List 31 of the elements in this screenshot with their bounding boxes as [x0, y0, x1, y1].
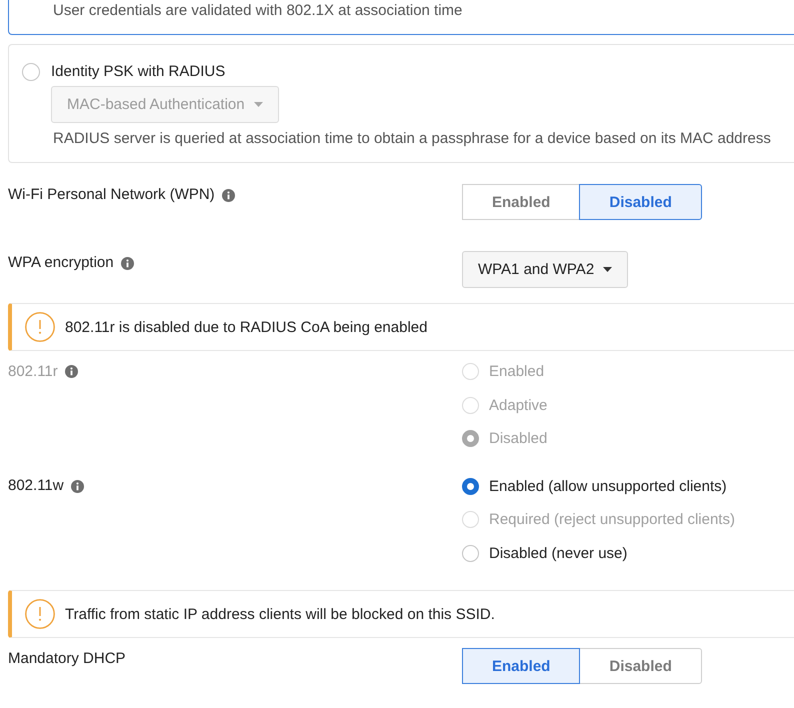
info-icon[interactable] — [222, 188, 235, 202]
caret-icon — [254, 102, 263, 107]
segment-button[interactable]: Enabled — [462, 648, 580, 684]
warning-text: Traffic from static IP address clients will be blocked on this SSID. — [65, 606, 495, 622]
warning-icon — [25, 312, 55, 342]
segment-button[interactable]: Enabled — [462, 184, 580, 220]
radio-button[interactable] — [22, 63, 40, 81]
setting-label: Mandatory DHCP — [8, 649, 126, 669]
segment-button[interactable]: Disabled — [579, 648, 702, 684]
setting-label: 802.11w — [8, 476, 64, 496]
segment-button[interactable]: Disabled — [579, 184, 702, 220]
option-label: Enabled — [489, 363, 544, 380]
setting-label: Wi-Fi Personal Network (WPN) — [8, 185, 215, 205]
option-label: Enabled (allow unsupported clients) — [489, 478, 727, 495]
option-title: Identity PSK with RADIUS — [51, 63, 226, 81]
radio-button[interactable] — [462, 478, 479, 495]
option-description: User credentials are validated with 802.1X at association time — [53, 1, 464, 21]
option-label: Disabled (never use) — [489, 544, 628, 562]
dropdown-button[interactable]: WPA1 and WPA2 — [462, 251, 628, 288]
caret-icon — [603, 267, 612, 272]
setting-label: 802.11r — [8, 362, 58, 382]
setting-label: WPA encryption — [8, 253, 114, 273]
option-description: RADIUS server is queried at association time to obtain a passphrase for a device based on its MAC address — [53, 129, 772, 149]
warning-icon — [25, 599, 55, 629]
warning-text: 802.11r is disabled due to RADIUS CoA being enabled — [65, 318, 428, 336]
info-icon[interactable] — [70, 480, 84, 493]
option-label: Disabled — [489, 430, 548, 448]
option-label: Required (reject unsupported clients) — [489, 511, 735, 528]
option-label: Adaptive — [489, 396, 548, 414]
radio-button[interactable] — [462, 544, 479, 562]
info-icon[interactable] — [120, 256, 134, 270]
